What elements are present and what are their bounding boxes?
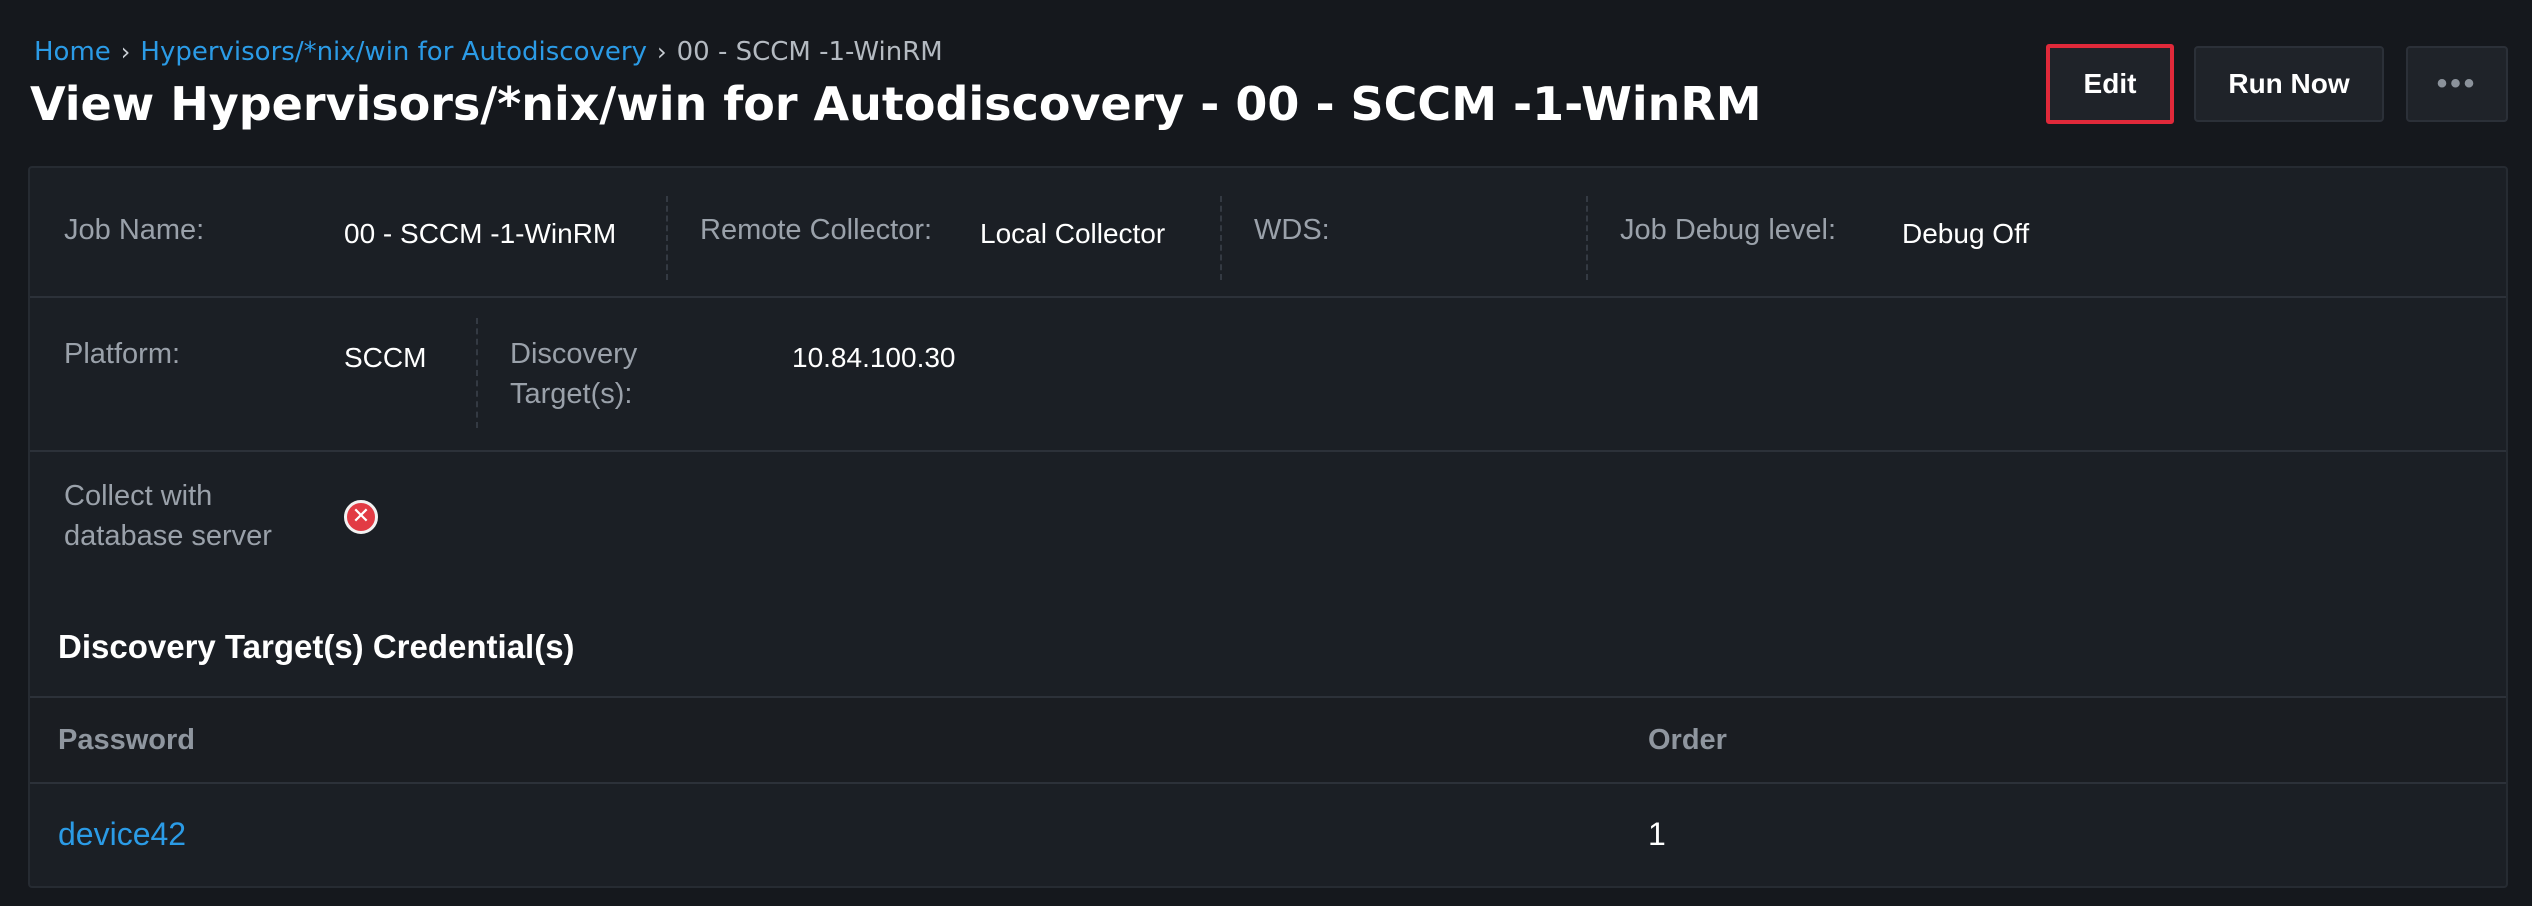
run-now-button[interactable]: Run Now [2194,46,2384,122]
x-circle-icon: ✕ [344,500,378,534]
more-options-button[interactable]: ••• [2406,46,2508,122]
breadcrumb-current: 00 - SCCM -1-WinRM [676,37,943,67]
discovery-targets-label: Discovery Target(s): [510,334,637,414]
collect-db-label-line2: database server [64,520,272,552]
credentials-section-title: Discovery Target(s) Credential(s) [58,628,575,665]
breadcrumb-separator: › [120,38,131,66]
credential-password-link[interactable]: device42 [58,816,186,853]
job-debug-level-value: Debug Off [1902,218,2030,249]
more-dots-icon: ••• [2436,67,2478,100]
details-row-job: Job Name: 00 - SCCM -1-WinRM Remote Coll… [30,168,2506,298]
discovery-targets-label-line1: Discovery [510,338,638,370]
breadcrumb: Home › Hypervisors/*nix/win for Autodisc… [34,36,943,68]
platform-value: SCCM [344,342,427,373]
column-divider [1220,196,1222,280]
edit-button[interactable]: Edit [2046,44,2174,124]
platform-label: Platform: [64,338,181,370]
collect-db-label-line1: Collect with [64,480,213,512]
column-divider [666,196,668,280]
job-name-label: Job Name: [64,214,205,246]
job-details-panel: Job Name: 00 - SCCM -1-WinRM Remote Coll… [28,166,2508,888]
details-row-collect: Collect with database server ✕ [30,452,2506,600]
remote-collector-label: Remote Collector: [700,214,933,246]
column-header-order[interactable]: Order [1648,720,1727,760]
credentials-table-header: Password Order [30,696,2506,784]
collect-db-label: Collect with database server [64,476,272,556]
column-divider [476,318,478,428]
job-name-value: 00 - SCCM -1-WinRM [344,218,617,249]
discovery-targets-value: 10.84.100.30 [792,342,956,373]
breadcrumb-separator: › [656,38,667,66]
discovery-targets-label-line2: Target(s): [510,378,633,410]
details-row-platform: Platform: SCCM Discovery Target(s): 10.8… [30,298,2506,452]
breadcrumb-section-link[interactable]: Hypervisors/*nix/win for Autodiscovery [140,36,647,68]
remote-collector-value: Local Collector [980,218,1166,249]
column-header-password[interactable]: Password [58,720,195,760]
credential-order-value: 1 [1648,816,1666,852]
breadcrumb-home-link[interactable]: Home [34,36,111,68]
job-debug-level-label: Job Debug level: [1620,214,1837,246]
table-row: device42 1 [30,784,2506,886]
wds-label: WDS: [1254,214,1330,246]
page-title: View Hypervisors/*nix/win for Autodiscov… [30,77,1762,131]
column-divider [1586,196,1588,280]
